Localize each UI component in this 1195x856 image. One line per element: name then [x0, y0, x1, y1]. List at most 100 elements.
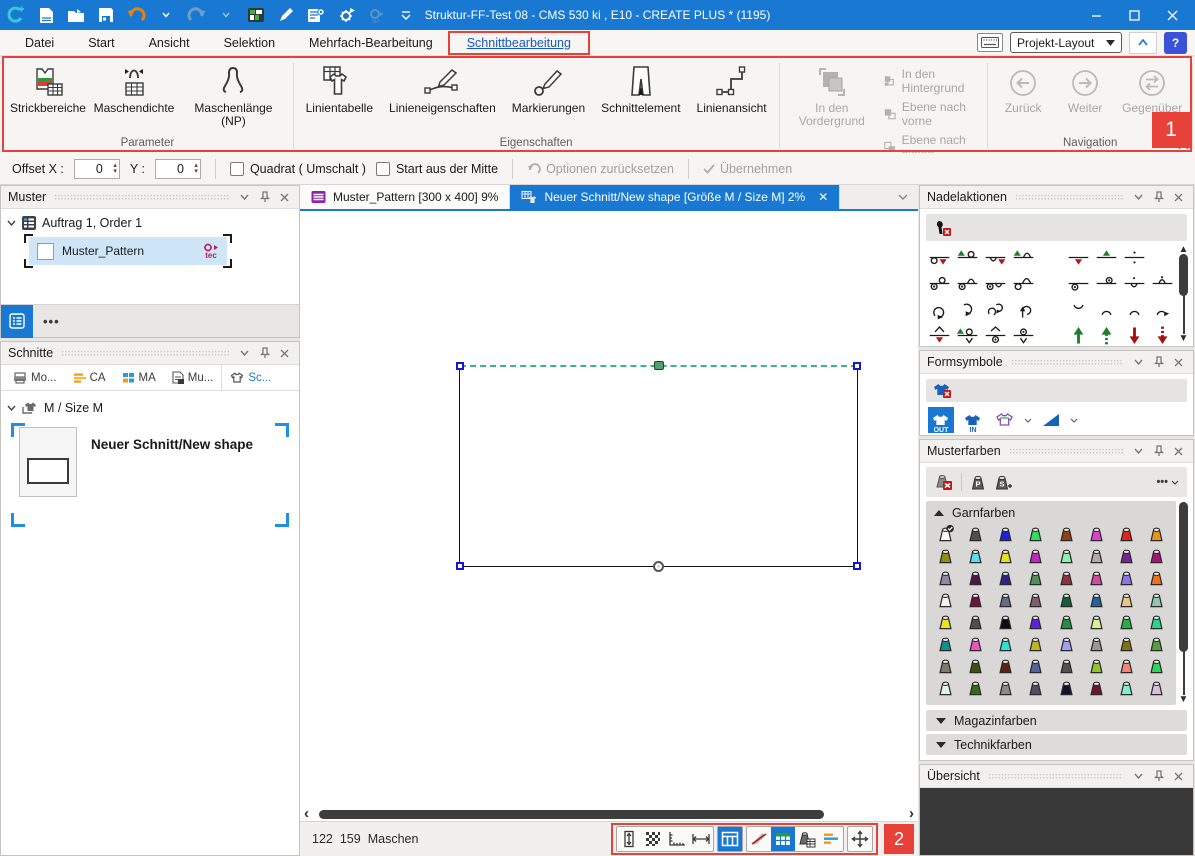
move-tool-button[interactable] [848, 827, 872, 851]
needle-symbol-curl-down[interactable] [954, 296, 982, 322]
yarn-color-swatch[interactable] [930, 523, 960, 545]
needle-symbol-ring-v[interactable] [1009, 322, 1037, 348]
yarn-color-swatch[interactable] [1142, 589, 1172, 611]
maschendichte-button[interactable]: Maschendichte [90, 61, 178, 118]
menu-item-mehrfach-bearbeitung[interactable]: Mehrfach-Bearbeitung [292, 33, 450, 53]
layout-table-button[interactable] [718, 827, 742, 851]
yarn-color-swatch[interactable] [1081, 677, 1111, 699]
shape-outline-button[interactable] [992, 407, 1018, 433]
undo-button[interactable] [126, 5, 146, 25]
needle-symbol-tuck-back[interactable] [1009, 244, 1037, 270]
yarn-color-swatch[interactable] [960, 633, 990, 655]
dropdown-chevron-icon[interactable] [1024, 418, 1032, 423]
menu-item-datei[interactable]: Datei [8, 33, 71, 53]
yarn-color-swatch[interactable] [960, 611, 990, 633]
yarn-color-swatch[interactable] [1051, 677, 1081, 699]
dropdown-chevron-icon[interactable] [1070, 418, 1078, 423]
needle-symbol-arrow-up[interactable] [1065, 322, 1093, 348]
quadrat-checkbox[interactable]: Quadrat ( Umschalt ) [230, 162, 366, 176]
toolbar-customize-icon[interactable] [396, 5, 416, 25]
needle-symbol-curl-double[interactable] [982, 296, 1010, 322]
measure-vertical-button[interactable] [617, 827, 641, 851]
yarn-color-swatch[interactable] [1021, 589, 1051, 611]
yarn-color-swatch[interactable] [1051, 633, 1081, 655]
order-tree-item[interactable]: Auftrag 1, Order 1 [1, 209, 299, 233]
yarn-color-swatch[interactable] [1112, 633, 1142, 655]
menu-item-selektion[interactable]: Selektion [207, 33, 292, 53]
linienansicht-button[interactable]: Linienansicht [689, 61, 775, 118]
needle-symbol-arrow-up-dash[interactable] [1093, 322, 1121, 348]
technikfarben-header[interactable]: Technikfarben [926, 734, 1187, 755]
offset-y-input[interactable]: 0▴▾ [155, 159, 201, 179]
shape-item[interactable]: Neuer Schnitt/New shape [19, 427, 285, 523]
yarn-color-swatch[interactable] [1021, 523, 1051, 545]
yarn-color-swatch[interactable] [960, 523, 990, 545]
yarn-color-swatch[interactable] [1081, 589, 1111, 611]
muster-overflow-button[interactable]: ••• [43, 314, 60, 329]
needle-symbol-tuck-front[interactable] [982, 244, 1010, 270]
yarn-color-swatch[interactable] [1051, 523, 1081, 545]
yarn-color-swatch[interactable] [1112, 567, 1142, 589]
open-file-button[interactable] [66, 5, 86, 25]
panel-close-icon[interactable] [1171, 355, 1186, 369]
needle-symbol-curl-up[interactable] [926, 296, 954, 322]
scroll-right-icon[interactable]: › [907, 809, 916, 819]
panel-chevron-icon[interactable] [1131, 190, 1146, 204]
schnitte-tab-ma[interactable]: MA [114, 365, 164, 390]
needle-symbol-caret-ring[interactable] [982, 322, 1010, 348]
schnitte-tab-ca[interactable]: CA [65, 365, 114, 390]
needle-symbol-split-back[interactable] [954, 270, 982, 296]
musterfarben-overflow-button[interactable]: ••• [1156, 476, 1179, 488]
yarn-color-swatch[interactable] [1112, 589, 1142, 611]
yarn-color-swatch[interactable] [960, 589, 990, 611]
needle-symbol-pickup-over[interactable] [1093, 270, 1121, 296]
yarn-color-swatch[interactable] [930, 633, 960, 655]
yarn-color-swatch[interactable] [991, 567, 1021, 589]
yarn-color-swatch[interactable] [930, 589, 960, 611]
maximize-button[interactable] [1117, 3, 1151, 27]
panel-close-icon[interactable] [277, 190, 292, 204]
yarn-color-swatch[interactable] [1021, 611, 1051, 633]
shape-handle-bottom-right[interactable] [853, 562, 861, 570]
muster-list-tab[interactable] [1, 305, 33, 338]
strickbereiche-button[interactable]: Strickbereiche [6, 61, 90, 118]
yarn-color-swatch[interactable] [1081, 523, 1111, 545]
panel-pin-icon[interactable] [257, 190, 272, 204]
undo-dropdown-icon[interactable] [156, 5, 176, 25]
yarn-color-swatch[interactable] [1142, 545, 1172, 567]
ruler-button[interactable] [665, 827, 689, 851]
yarn-color-swatch[interactable] [1081, 655, 1111, 677]
yarn-color-swatch[interactable] [991, 655, 1021, 677]
yarn-color-swatch[interactable] [1051, 655, 1081, 677]
panel-chevron-icon[interactable] [1131, 769, 1146, 783]
panel-chevron-icon[interactable] [237, 190, 252, 204]
yarn-color-swatch[interactable] [1021, 655, 1051, 677]
overview-preview[interactable] [920, 788, 1193, 855]
shape-handle-top-right[interactable] [853, 362, 861, 370]
needle-symbol-n-open[interactable] [1093, 296, 1121, 322]
panel-pin-icon[interactable] [257, 346, 272, 360]
yarn-color-swatch[interactable] [1142, 611, 1172, 633]
needle-panel-scrollbar[interactable]: ▲ ▼ [1176, 244, 1191, 344]
color-table-button[interactable] [771, 827, 795, 851]
yarn-color-swatch[interactable] [1142, 523, 1172, 545]
collapse-ribbon-button[interactable] [1129, 32, 1157, 54]
horizontal-scroll-thumb[interactable] [319, 810, 824, 819]
garnfarben-header[interactable]: Garnfarben [930, 503, 1172, 523]
panel-close-icon[interactable] [1171, 190, 1186, 204]
panel-close-icon[interactable] [1171, 444, 1186, 458]
color-p-button[interactable]: P [970, 474, 986, 491]
yarn-color-swatch[interactable] [1112, 523, 1142, 545]
yarn-color-swatch[interactable] [930, 567, 960, 589]
document-tab-inactive[interactable]: Muster_Pattern [300 x 400] 9% [300, 185, 510, 209]
new-document-button[interactable] [36, 5, 56, 25]
yarn-color-swatch[interactable] [991, 677, 1021, 699]
yarn-color-swatch[interactable] [1142, 633, 1172, 655]
schnitte-tab-sc[interactable]: Sc... [221, 365, 279, 390]
needle-symbol-drop-stitch[interactable] [1120, 244, 1148, 270]
yarn-color-swatch[interactable] [1021, 677, 1051, 699]
schnitte-tab-mu[interactable]: Mu... [164, 365, 222, 390]
yarn-color-swatch[interactable] [930, 677, 960, 699]
shape-handle-top-center[interactable] [654, 361, 664, 370]
document-tab-active[interactable]: Neuer Schnitt/New shape [Größe M / Size … [510, 185, 840, 209]
